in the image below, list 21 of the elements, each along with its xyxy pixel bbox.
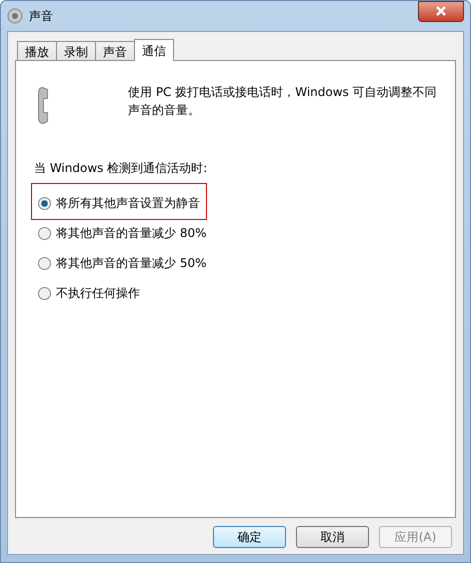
close-button[interactable] <box>418 0 464 22</box>
dialog-button[interactable]: 取消 <box>296 526 369 548</box>
dialog-button[interactable]: 确定 <box>213 526 286 548</box>
option-label[interactable]: 将所有其他声音设置为静音 <box>56 194 200 212</box>
tab[interactable]: 声音 <box>95 41 135 60</box>
description-text: 使用 PC 拨打电话或接电话时，Windows 可自动调整不同声音的音量。 <box>128 84 438 119</box>
tab[interactable]: 通信 <box>134 39 174 61</box>
radio-button[interactable] <box>38 196 51 210</box>
option-label[interactable]: 不执行任何操作 <box>56 284 140 302</box>
radio-button[interactable] <box>38 286 51 300</box>
radio-button[interactable] <box>38 226 51 240</box>
tab[interactable]: 播放 <box>17 41 57 60</box>
window-title: 声音 <box>29 8 53 24</box>
prompt-label: 当 Windows 检测到通信活动时: <box>34 160 208 177</box>
close-icon <box>436 6 446 16</box>
tab[interactable]: 录制 <box>56 41 96 60</box>
radio-button[interactable] <box>38 256 51 270</box>
phone-icon <box>38 87 48 124</box>
option-label[interactable]: 将其他声音的音量减少 80% <box>56 224 206 242</box>
option-label[interactable]: 将其他声音的音量减少 50% <box>56 254 206 272</box>
speaker-icon <box>7 8 23 24</box>
